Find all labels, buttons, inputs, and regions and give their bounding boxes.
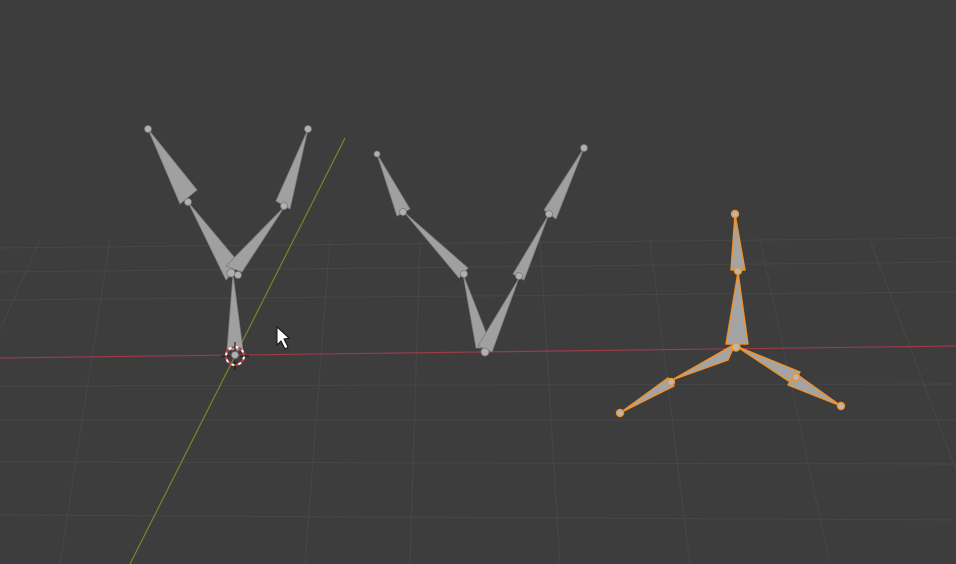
bone[interactable] <box>376 147 585 353</box>
armature-y-shape[interactable] <box>144 125 312 359</box>
mouse-pointer-icon <box>276 325 291 350</box>
y-axis-line <box>129 137 346 564</box>
bone[interactable] <box>619 213 842 414</box>
3d-viewport[interactable] <box>0 0 956 564</box>
viewport-scene[interactable] <box>0 0 956 564</box>
floor-grid <box>0 237 956 564</box>
bone[interactable] <box>147 128 309 351</box>
armature-v-shape[interactable] <box>373 144 588 357</box>
